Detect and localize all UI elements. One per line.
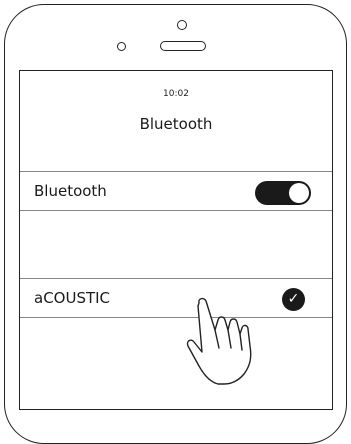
speaker-grille-icon [160,41,206,51]
proximity-sensor-icon [177,20,187,30]
bluetooth-toggle[interactable] [255,181,311,205]
front-camera-icon [117,42,126,51]
toggle-knob [289,183,309,203]
device-label: aCOUSTIC [34,289,111,307]
phone-screen: 10:02 Bluetooth Bluetooth aCOUSTIC ✓ [19,70,333,410]
device-row-acoustic[interactable]: aCOUSTIC ✓ [20,278,332,318]
check-circle-icon: ✓ [282,288,305,311]
bluetooth-label: Bluetooth [34,182,107,200]
bluetooth-setting-row: Bluetooth [20,171,332,211]
page-title: Bluetooth [139,115,213,133]
status-time: 10:02 [163,89,189,99]
